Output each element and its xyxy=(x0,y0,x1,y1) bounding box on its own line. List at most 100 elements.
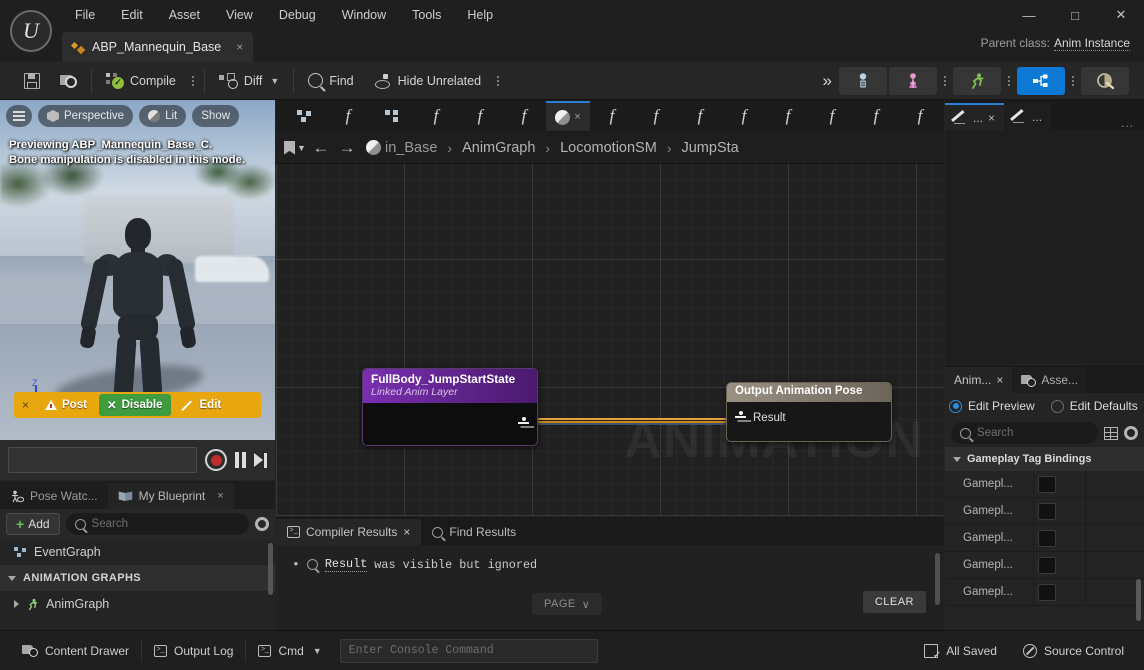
source-control-button[interactable]: Source Control xyxy=(1011,638,1136,664)
edit-button[interactable]: Edit xyxy=(175,394,230,416)
settings-gear-icon[interactable] xyxy=(255,517,269,531)
compiler-message-row[interactable]: • Result was visible but ignored xyxy=(276,545,944,572)
graph-tab-function-10[interactable]: f xyxy=(810,101,854,131)
post-process-button[interactable]: Post xyxy=(37,394,95,416)
menu-tools[interactable]: Tools xyxy=(399,0,454,30)
close-icon[interactable]: × xyxy=(236,40,243,54)
graph-tab-function-12[interactable]: f xyxy=(898,101,942,131)
viewport-show-button[interactable]: Show xyxy=(192,105,240,127)
table-row[interactable]: Gamepl... xyxy=(945,498,1144,525)
menu-debug[interactable]: Debug xyxy=(266,0,329,30)
graph-canvas[interactable]: ANIMATION FullBody_JumpStartState Linked… xyxy=(276,164,944,516)
content-drawer-button[interactable]: Content Drawer xyxy=(10,638,141,664)
tab-pose-watch[interactable]: Pose Watc... xyxy=(0,483,108,509)
bookmark-button[interactable]: ▼ xyxy=(282,135,308,161)
graph-tab-function-5[interactable]: f xyxy=(590,101,634,131)
breadcrumb-item-1[interactable]: AnimGraph xyxy=(462,140,535,156)
animation-options-button[interactable] xyxy=(1002,67,1016,95)
list-item-eventgraph[interactable]: EventGraph xyxy=(0,539,275,565)
breadcrumb-item-0[interactable]: in_Base xyxy=(385,140,437,156)
table-row[interactable]: Gamepl... xyxy=(945,525,1144,552)
property-field[interactable] xyxy=(1033,498,1085,524)
graph-tab-function-9[interactable]: f xyxy=(766,101,810,131)
navigate-forward-button[interactable]: → xyxy=(334,135,360,161)
property-field[interactable] xyxy=(1033,471,1085,497)
console-command-input[interactable]: Enter Console Command xyxy=(339,638,598,663)
tab-find-results[interactable]: Find Results xyxy=(421,519,527,545)
timeline-track[interactable] xyxy=(8,447,197,473)
record-button[interactable] xyxy=(205,449,227,471)
node-output-animation-pose[interactable]: Output Animation Pose Result xyxy=(726,382,892,442)
pose-output-pin[interactable] xyxy=(518,417,529,430)
results-scrollbar[interactable] xyxy=(935,553,940,605)
compiler-message-link[interactable]: Result xyxy=(324,557,368,572)
table-row[interactable]: Gamepl... xyxy=(945,579,1144,606)
menu-window[interactable]: Window xyxy=(329,0,399,30)
find-button[interactable]: Find xyxy=(300,67,361,95)
graph-tab-function-8[interactable]: f xyxy=(722,101,766,131)
list-item-animgraph[interactable]: AnimGraph xyxy=(0,591,275,617)
maximize-button[interactable]: □ xyxy=(1052,0,1098,30)
my-blueprint-scrollbar[interactable] xyxy=(268,543,273,595)
save-button[interactable] xyxy=(16,67,48,95)
tab-anim-secondary[interactable]: ... xyxy=(1004,103,1052,130)
pose-input-pin[interactable] xyxy=(735,411,746,424)
property-field[interactable] xyxy=(1033,525,1085,551)
output-log-button[interactable]: Output Log xyxy=(142,638,245,664)
anim-graph-options-button[interactable] xyxy=(1066,67,1080,95)
graph-tab-function-2[interactable]: f xyxy=(414,101,458,131)
menu-file[interactable]: File xyxy=(62,0,108,30)
table-row[interactable]: Gamepl... xyxy=(945,471,1144,498)
menu-asset[interactable]: Asset xyxy=(156,0,213,30)
tab-anim-preview-editor[interactable]: ... × xyxy=(945,103,1005,130)
compile-button[interactable]: ✓ Compile xyxy=(98,67,184,95)
details-search-input[interactable]: Search xyxy=(951,422,1098,444)
section-animation-graphs[interactable]: ANIMATION GRAPHS xyxy=(0,565,275,591)
section-gameplay-tag-bindings[interactable]: Gameplay Tag Bindings xyxy=(945,447,1144,471)
tab-overflow-icon[interactable]: ... xyxy=(1121,116,1144,130)
mode-physics-button[interactable] xyxy=(1081,66,1129,95)
disable-button[interactable]: ✕ Disable xyxy=(98,394,171,416)
graph-tab-function-11[interactable]: f xyxy=(854,101,898,131)
browse-button[interactable] xyxy=(52,67,85,95)
node-pin-row[interactable]: Result xyxy=(727,402,891,424)
pause-button[interactable] xyxy=(235,452,246,468)
viewport-perspective-button[interactable]: Perspective xyxy=(38,105,134,127)
cmd-dropdown[interactable]: Cmd ▼ xyxy=(246,638,333,664)
settings-gear-icon[interactable] xyxy=(1124,426,1138,440)
navigate-back-button[interactable]: ← xyxy=(308,135,334,161)
value-swatch[interactable] xyxy=(1038,475,1056,493)
menu-view[interactable]: View xyxy=(213,0,266,30)
value-swatch[interactable] xyxy=(1038,529,1056,547)
tab-asset-browser[interactable]: Asse... xyxy=(1012,367,1088,393)
mode-skeleton-button[interactable] xyxy=(839,66,887,95)
skeletal-mesh-options-button[interactable] xyxy=(938,67,952,95)
close-icon[interactable]: × xyxy=(403,525,410,539)
property-field[interactable] xyxy=(1033,579,1085,605)
toolbar-overflow-icon[interactable]: » xyxy=(813,71,838,91)
hide-unrelated-button[interactable]: Hide Unrelated xyxy=(366,67,489,95)
all-saved-button[interactable]: All Saved xyxy=(912,638,1009,664)
radio-edit-preview[interactable] xyxy=(949,399,962,413)
close-window-button[interactable]: ✕ xyxy=(1098,0,1144,30)
my-blueprint-search-input[interactable]: Search xyxy=(65,513,249,535)
unreal-logo-icon[interactable]: U xyxy=(10,10,52,52)
menu-edit[interactable]: Edit xyxy=(108,0,156,30)
radio-edit-defaults[interactable] xyxy=(1050,399,1064,413)
mode-animation-button[interactable] xyxy=(953,66,1001,95)
property-field[interactable] xyxy=(1033,552,1085,578)
page-dropdown[interactable]: PAGE ∨ xyxy=(532,593,603,615)
menu-help[interactable]: Help xyxy=(454,0,506,30)
viewport-menu-button[interactable] xyxy=(6,105,32,127)
mode-anim-graph-button[interactable] xyxy=(1017,66,1065,95)
graph-tab-function-1[interactable]: f xyxy=(326,101,370,131)
preview-viewport[interactable]: Perspective Lit Show Previewing ABP_Mann… xyxy=(0,100,275,440)
minimize-button[interactable]: — xyxy=(1006,0,1052,30)
close-icon[interactable]: × xyxy=(217,490,223,502)
parent-class-link[interactable]: Anim Instance xyxy=(1053,36,1130,51)
graph-tab-function-6[interactable]: f xyxy=(634,101,678,131)
clear-button[interactable]: CLEAR xyxy=(862,591,926,613)
hide-unrelated-options-button[interactable] xyxy=(491,67,505,95)
table-row[interactable]: Gamepl... xyxy=(945,552,1144,579)
tab-anim-details[interactable]: Anim... × xyxy=(945,367,1013,393)
